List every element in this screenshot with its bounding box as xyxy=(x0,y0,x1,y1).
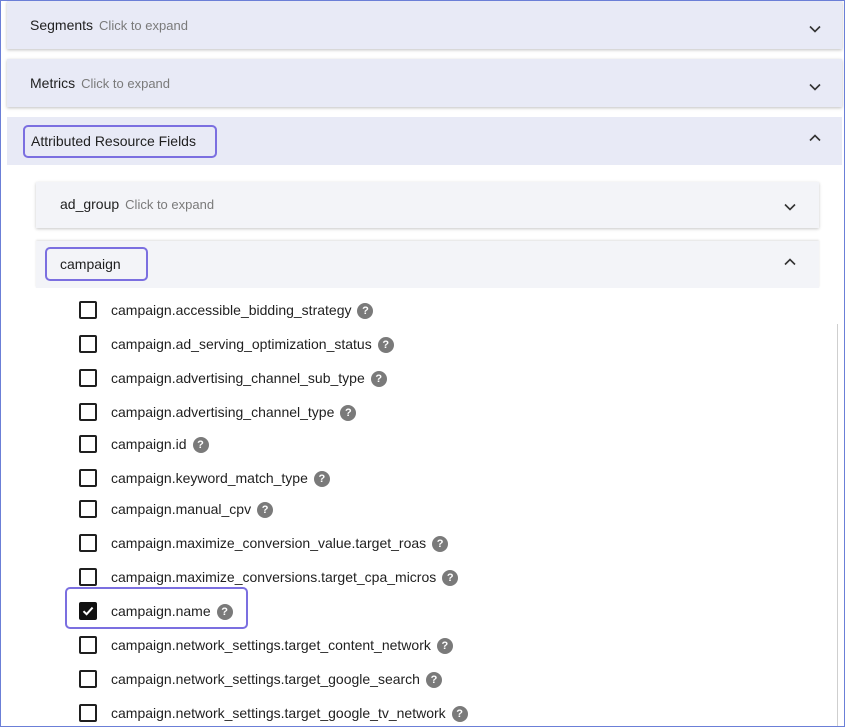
ad-group-hint: Click to expand xyxy=(125,197,215,212)
chevron-down-icon[interactable] xyxy=(807,79,823,95)
field-label[interactable]: campaign.id? xyxy=(111,436,209,453)
field-name: campaign.advertising_channel_sub_type xyxy=(111,370,365,386)
field-label[interactable]: campaign.ad_serving_optimization_status? xyxy=(111,336,394,353)
campaign-panel[interactable]: campaign xyxy=(36,241,819,288)
field-name: campaign.network_settings.target_content… xyxy=(111,637,431,653)
ad-group-panel[interactable]: ad_group Click to expand xyxy=(36,182,819,228)
ad-group-title: ad_group Click to expand xyxy=(60,196,215,212)
segments-hint: Click to expand xyxy=(99,18,188,33)
field-name: campaign.accessible_bidding_strategy xyxy=(111,302,352,318)
query-builder-frame: Segments Click to expand Metrics Click to … xyxy=(0,0,845,727)
help-icon[interactable]: ? xyxy=(432,536,449,552)
field-label[interactable]: campaign.accessible_bidding_strategy? xyxy=(111,302,374,319)
field-name: campaign.maximize_conversions.target_cpa… xyxy=(111,569,437,585)
help-icon[interactable]: ? xyxy=(442,570,459,586)
metrics-panel[interactable]: Metrics Click to expand xyxy=(7,59,842,107)
field-name: campaign.maximize_conversion_value.targe… xyxy=(111,535,427,551)
ad-group-header[interactable]: ad_group Click to expand xyxy=(36,182,819,228)
field-label[interactable]: campaign.name? xyxy=(111,603,233,620)
segments-title: Segments Click to expand xyxy=(30,17,188,33)
chevron-down-icon[interactable] xyxy=(782,199,798,215)
field-label[interactable]: campaign.network_settings.target_content… xyxy=(111,637,453,654)
help-icon[interactable]: ? xyxy=(451,706,468,722)
field-checkbox[interactable] xyxy=(79,534,97,552)
field-name: campaign.name xyxy=(111,603,211,619)
field-label[interactable]: campaign.advertising_channel_sub_type? xyxy=(111,370,387,387)
help-icon[interactable]: ? xyxy=(340,405,357,421)
field-checkbox[interactable] xyxy=(79,568,97,586)
attributed-resource-fields-panel[interactable]: Attributed Resource Fields xyxy=(7,117,842,165)
field-label[interactable]: campaign.keyword_match_type? xyxy=(111,470,330,487)
field-name: campaign.ad_serving_optimization_status xyxy=(111,336,372,352)
field-checkbox[interactable] xyxy=(79,369,97,387)
field-name: campaign.network_settings.target_google_… xyxy=(111,671,420,687)
metrics-hint: Click to expand xyxy=(81,76,171,91)
field-label[interactable]: campaign.network_settings.target_google_… xyxy=(111,705,468,722)
segments-panel[interactable]: Segments Click to expand xyxy=(7,1,842,49)
field-label[interactable]: campaign.advertising_channel_type? xyxy=(111,404,357,421)
field-checkbox[interactable] xyxy=(79,335,97,353)
field-label[interactable]: campaign.network_settings.target_google_… xyxy=(111,671,442,688)
scrollbar-track[interactable] xyxy=(837,324,838,726)
field-checkbox[interactable] xyxy=(79,435,97,453)
help-icon[interactable]: ? xyxy=(436,638,453,654)
campaign-header[interactable]: campaign xyxy=(36,241,819,288)
field-name: campaign.manual_cpv xyxy=(111,501,252,517)
help-icon[interactable]: ? xyxy=(370,371,387,387)
field-checkbox[interactable] xyxy=(79,670,97,688)
chevron-up-icon[interactable] xyxy=(807,130,823,146)
campaign-title: campaign xyxy=(60,256,121,272)
help-icon[interactable]: ? xyxy=(357,303,374,319)
attributed-header[interactable]: Attributed Resource Fields xyxy=(7,117,842,165)
field-name: campaign.advertising_channel_type xyxy=(111,404,335,420)
attributed-title: Attributed Resource Fields xyxy=(31,133,196,149)
field-checkbox[interactable] xyxy=(79,636,97,654)
field-checkbox[interactable] xyxy=(79,403,97,421)
field-name: campaign.id xyxy=(111,436,187,452)
field-label[interactable]: campaign.maximize_conversions.target_cpa… xyxy=(111,569,459,586)
field-checkbox[interactable] xyxy=(79,301,97,319)
field-name: campaign.keyword_match_type xyxy=(111,470,308,486)
field-checkbox[interactable] xyxy=(79,704,97,722)
field-checkbox[interactable] xyxy=(79,469,97,487)
field-name: campaign.network_settings.target_google_… xyxy=(111,705,446,721)
help-icon[interactable]: ? xyxy=(313,471,330,487)
chevron-down-icon[interactable] xyxy=(807,21,823,37)
field-checkbox[interactable] xyxy=(79,602,97,620)
chevron-up-icon[interactable] xyxy=(782,254,798,270)
help-icon[interactable]: ? xyxy=(216,604,233,620)
metrics-title: Metrics Click to expand xyxy=(30,75,171,91)
help-icon[interactable]: ? xyxy=(377,337,394,353)
field-checkbox[interactable] xyxy=(79,500,97,518)
metrics-header[interactable]: Metrics Click to expand xyxy=(7,59,842,107)
segments-header[interactable]: Segments Click to expand xyxy=(7,1,842,49)
help-icon[interactable]: ? xyxy=(257,502,274,518)
field-label[interactable]: campaign.maximize_conversion_value.targe… xyxy=(111,535,449,552)
help-icon[interactable]: ? xyxy=(425,672,442,688)
help-icon[interactable]: ? xyxy=(192,437,209,453)
field-label[interactable]: campaign.manual_cpv? xyxy=(111,501,274,518)
